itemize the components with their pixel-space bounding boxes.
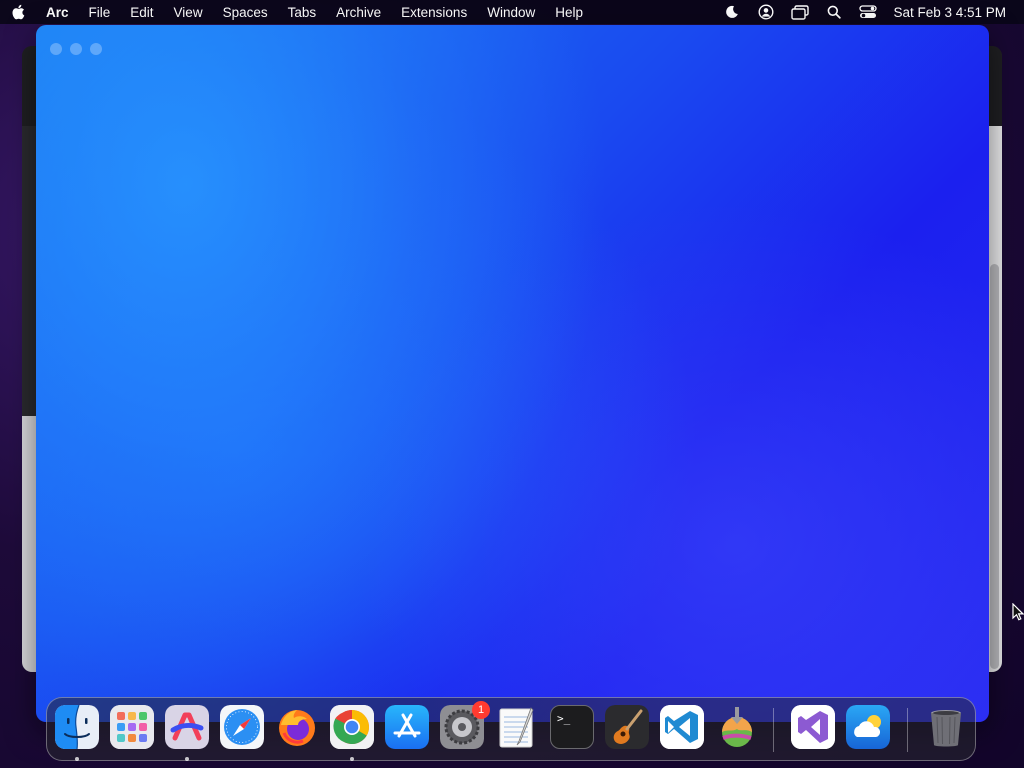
garageband-icon[interactable] xyxy=(605,705,649,749)
close-button[interactable] xyxy=(50,43,62,55)
installer-icon[interactable] xyxy=(715,705,759,749)
dock: 1 >_ xyxy=(46,697,976,761)
dock-separator xyxy=(773,708,774,752)
user-circle-icon[interactable] xyxy=(749,0,783,24)
screen-mirroring-icon[interactable] xyxy=(783,0,817,24)
menu-file[interactable]: File xyxy=(79,5,121,20)
minimize-button[interactable] xyxy=(70,43,82,55)
menu-tabs[interactable]: Tabs xyxy=(278,5,327,20)
arc-browser-icon[interactable] xyxy=(165,705,209,749)
notification-badge: 1 xyxy=(472,701,490,719)
background-window-scrollbar-thumb[interactable] xyxy=(990,264,999,669)
menu-status-area: Sat Feb 3 4:51 PM xyxy=(715,0,1024,24)
menu-view[interactable]: View xyxy=(164,5,213,20)
vscode-icon[interactable] xyxy=(660,705,704,749)
arc-browser-window[interactable] xyxy=(36,25,989,722)
terminal-icon[interactable]: >_ xyxy=(550,705,594,749)
menu-bar: Arc File Edit View Spaces Tabs Archive E… xyxy=(0,0,1024,24)
finder-running-indicator xyxy=(75,757,79,761)
safari-icon[interactable] xyxy=(220,705,264,749)
menu-archive[interactable]: Archive xyxy=(326,5,391,20)
weather-cloud-icon[interactable] xyxy=(846,705,890,749)
trash-icon[interactable] xyxy=(924,705,968,749)
app-store-icon[interactable] xyxy=(385,705,429,749)
spotlight-search-icon[interactable] xyxy=(817,0,851,24)
menu-spaces[interactable]: Spaces xyxy=(213,5,278,20)
system-settings-item[interactable]: 1 xyxy=(440,701,490,749)
menu-window[interactable]: Window xyxy=(477,5,545,20)
menu-app-name[interactable]: Arc xyxy=(36,5,79,20)
launchpad-icon[interactable] xyxy=(110,705,154,749)
finder-icon[interactable] xyxy=(55,705,99,749)
visual-studio-icon[interactable] xyxy=(791,705,835,749)
dock-separator-trash xyxy=(907,708,908,752)
firefox-icon[interactable] xyxy=(275,705,319,749)
window-controls xyxy=(50,43,102,55)
chrome-icon[interactable] xyxy=(330,705,374,749)
menu-extensions[interactable]: Extensions xyxy=(391,5,477,20)
mouse-cursor-icon xyxy=(1012,602,1024,626)
arc-running-indicator xyxy=(185,757,189,761)
chrome-running-indicator xyxy=(350,757,354,761)
textedit-icon[interactable] xyxy=(495,705,539,749)
zoom-button[interactable] xyxy=(90,43,102,55)
menu-edit[interactable]: Edit xyxy=(120,5,163,20)
control-center-icon[interactable] xyxy=(851,0,885,24)
menu-clock[interactable]: Sat Feb 3 4:51 PM xyxy=(885,5,1016,20)
apple-menu-icon[interactable] xyxy=(0,4,36,20)
terminal-prompt-glyph: >_ xyxy=(557,712,571,725)
moon-icon[interactable] xyxy=(715,0,749,24)
menu-help[interactable]: Help xyxy=(545,5,593,20)
